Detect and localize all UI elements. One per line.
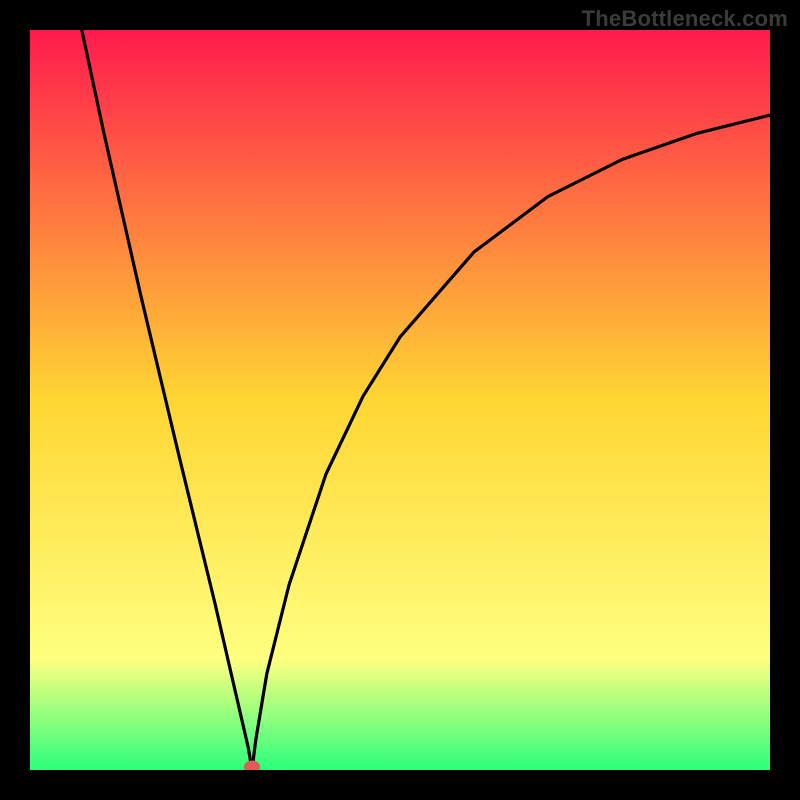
gradient-background bbox=[30, 30, 770, 770]
plot-area bbox=[30, 30, 770, 770]
bottleneck-chart bbox=[30, 30, 770, 770]
watermark-text: TheBottleneck.com bbox=[582, 6, 788, 32]
chart-frame: TheBottleneck.com bbox=[0, 0, 800, 800]
